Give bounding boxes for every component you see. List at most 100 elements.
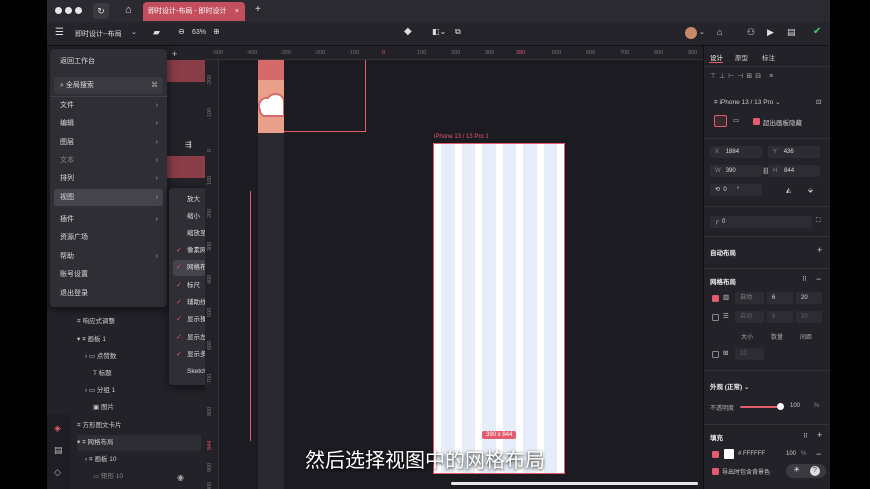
help-icon[interactable]: ? [810,466,820,476]
fill-opacity-value[interactable]: 100 [786,451,796,457]
menu-item-logout[interactable]: 退出登录 [54,285,163,302]
portrait-icon[interactable] [714,115,727,127]
add-auto-layout-button[interactable]: + [817,245,822,255]
play-icon[interactable]: ▶ [767,27,774,38]
landscape-icon[interactable]: ▭ [733,116,739,124]
grid-rows-count[interactable]: 5 [767,311,793,323]
menu-item-layer[interactable]: 图层 › [54,134,163,151]
grid-rows-gap[interactable]: 20 [796,311,822,323]
opacity-value[interactable]: 100 [790,403,800,409]
fill-style-icon[interactable]: ⠿ [803,432,808,440]
comment-icon[interactable]: ▰ [153,27,160,38]
assets-icon[interactable]: ▤ [54,445,63,456]
menu-item-help[interactable]: 帮助 › [54,248,163,265]
window-zoom-button[interactable] [75,7,82,14]
y-field[interactable]: Y 436 [768,146,820,158]
grid-rows-mode[interactable]: 自动 [735,311,764,323]
menu-item-view[interactable]: 视图 › [54,189,163,206]
align-icons[interactable]: ⊤⊥⊢⊣⊞⊟ ≡ [710,72,776,80]
canvas[interactable]: -500 -400 -300 -200 -100 0 100 200 300 390 500 600 7… [205,46,703,489]
menu-item-file[interactable]: 文件 › [54,97,163,114]
grid-columns-count[interactable]: 6 [767,292,793,304]
new-tab-button[interactable]: + [255,4,261,15]
fill-color-swatch[interactable] [724,449,734,459]
sun-icon[interactable]: ☀ [793,465,800,474]
window-close-button[interactable] [55,7,62,14]
layer-item[interactable]: ▾ ⌗ 网格布局 [77,435,201,451]
menu-item-resources[interactable]: 资源广场 [54,229,163,246]
card-thumbnail[interactable] [258,60,284,133]
grid-rows-checkbox[interactable] [712,314,719,321]
menu-icon[interactable]: ☰ [55,27,64,38]
tab-prototype[interactable]: 原型 [735,52,748,62]
independent-corners-icon[interactable]: ⛶ [816,217,821,225]
layer-item[interactable]: › ▭ 分组 1 [85,383,115,399]
opacity-slider[interactable] [740,406,780,408]
grid-square-size[interactable]: 10 [735,348,764,360]
appearance-label[interactable]: 外观 (正常) ⌄ [710,381,749,391]
tab-design[interactable]: 设计 [710,52,723,62]
columns-icon[interactable]: ▥ [723,293,729,301]
opacity-slider-handle[interactable] [777,403,784,410]
zoom-in-icon[interactable]: ⊕ [213,27,220,36]
layer-item[interactable]: T 标题 [93,366,112,382]
chevron-down-icon[interactable]: ⌄ [131,28,137,36]
clip-checkbox[interactable] [753,118,760,125]
grid-style-icon[interactable]: ⠿ [802,275,807,283]
flip-horizontal-icon[interactable]: ◭ [786,186,791,194]
eye-icon[interactable]: ◉ [177,473,184,482]
menu-item-account[interactable]: 账号设置 [54,266,163,283]
help-pill[interactable]: ☀ ? [786,464,826,478]
zoom-level[interactable]: 63% [192,29,206,36]
grid-columns-gap[interactable]: 20 [796,292,822,304]
grid-columns-mode[interactable]: 自动 [735,292,764,304]
component-icon[interactable]: ◆ [404,26,412,37]
square-grid-icon[interactable]: ⊞ [723,349,728,357]
layer-item[interactable]: › ▭ 点赞数 [85,349,116,365]
layers-icon[interactable]: ◈ [54,423,61,434]
grid-square-checkbox[interactable] [712,351,719,358]
flip-vertical-icon[interactable]: ⬙ [808,186,813,194]
fit-icon[interactable]: ⊡ [816,98,821,106]
share-icon[interactable]: ⚇ [747,27,755,38]
layer-item[interactable]: ⌗ 方形图文卡片 [77,418,121,434]
layer-item[interactable]: › ⌗ 画板 10 [85,452,116,468]
home-icon[interactable]: ⌂ [125,4,132,16]
rotation-field[interactable]: ⟲ 0 ° [710,184,762,196]
device-select[interactable]: ⌗ iPhone 13 / 13 Pro ⌄ [714,98,781,107]
avatar[interactable] [685,27,697,39]
menu-search[interactable]: ⌕ 全局搜索 ⌘ [54,77,163,94]
h-field[interactable]: H 844 [768,165,820,177]
file-name[interactable]: 即时设计--布局 [75,29,122,39]
layer-item[interactable]: ⌗ 响应式调整 [77,314,115,330]
export-bg-checkbox[interactable] [712,468,719,475]
layer-tool-icon[interactable]: ⇶ [185,140,192,149]
menu-item-edit[interactable]: 编辑 › [54,115,163,132]
zoom-out-icon[interactable]: ⊖ [178,27,185,36]
menu-item-back[interactable]: 返回工作台 [54,53,163,70]
fill-color-value[interactable]: # FFFFFF [738,451,765,457]
fill-checkbox[interactable] [712,451,719,458]
layer-item[interactable]: ▭ 矩形 10 [93,469,123,485]
remove-grid-button[interactable]: − [816,274,821,284]
artboard[interactable] [433,143,565,474]
grid-columns-checkbox[interactable] [712,295,719,302]
artboard-label[interactable]: iPhone 13 / 13 Pro 1 [434,134,489,140]
chevron-down-icon[interactable]: ⌄ [699,28,705,36]
tab-active[interactable]: 即时设计-布局 - 即时设计 × [143,2,245,21]
w-field[interactable]: W 390 [710,165,762,177]
window-minimize-button[interactable] [65,7,72,14]
mask-icon[interactable]: ◧⌄ [432,27,446,36]
radius-field[interactable]: ╭ 0 [710,216,812,228]
boolean-icon[interactable]: ⧉ [455,27,461,37]
add-fill-button[interactable]: + [817,430,822,440]
menu-item-text[interactable]: 文本 › [54,152,163,169]
add-page-icon[interactable]: + [172,49,177,59]
bank-icon[interactable]: ⌂ [717,27,722,37]
menu-item-arrange[interactable]: 排列 › [54,170,163,187]
layer-item[interactable]: ▾ ⌗ 画板 1 [77,332,106,348]
layer-item[interactable]: ▣ 图片 [93,400,114,416]
code-icon[interactable]: ▤ [787,27,796,38]
remove-fill-button[interactable]: − [816,449,821,459]
x-field[interactable]: X 1884 [710,146,762,158]
